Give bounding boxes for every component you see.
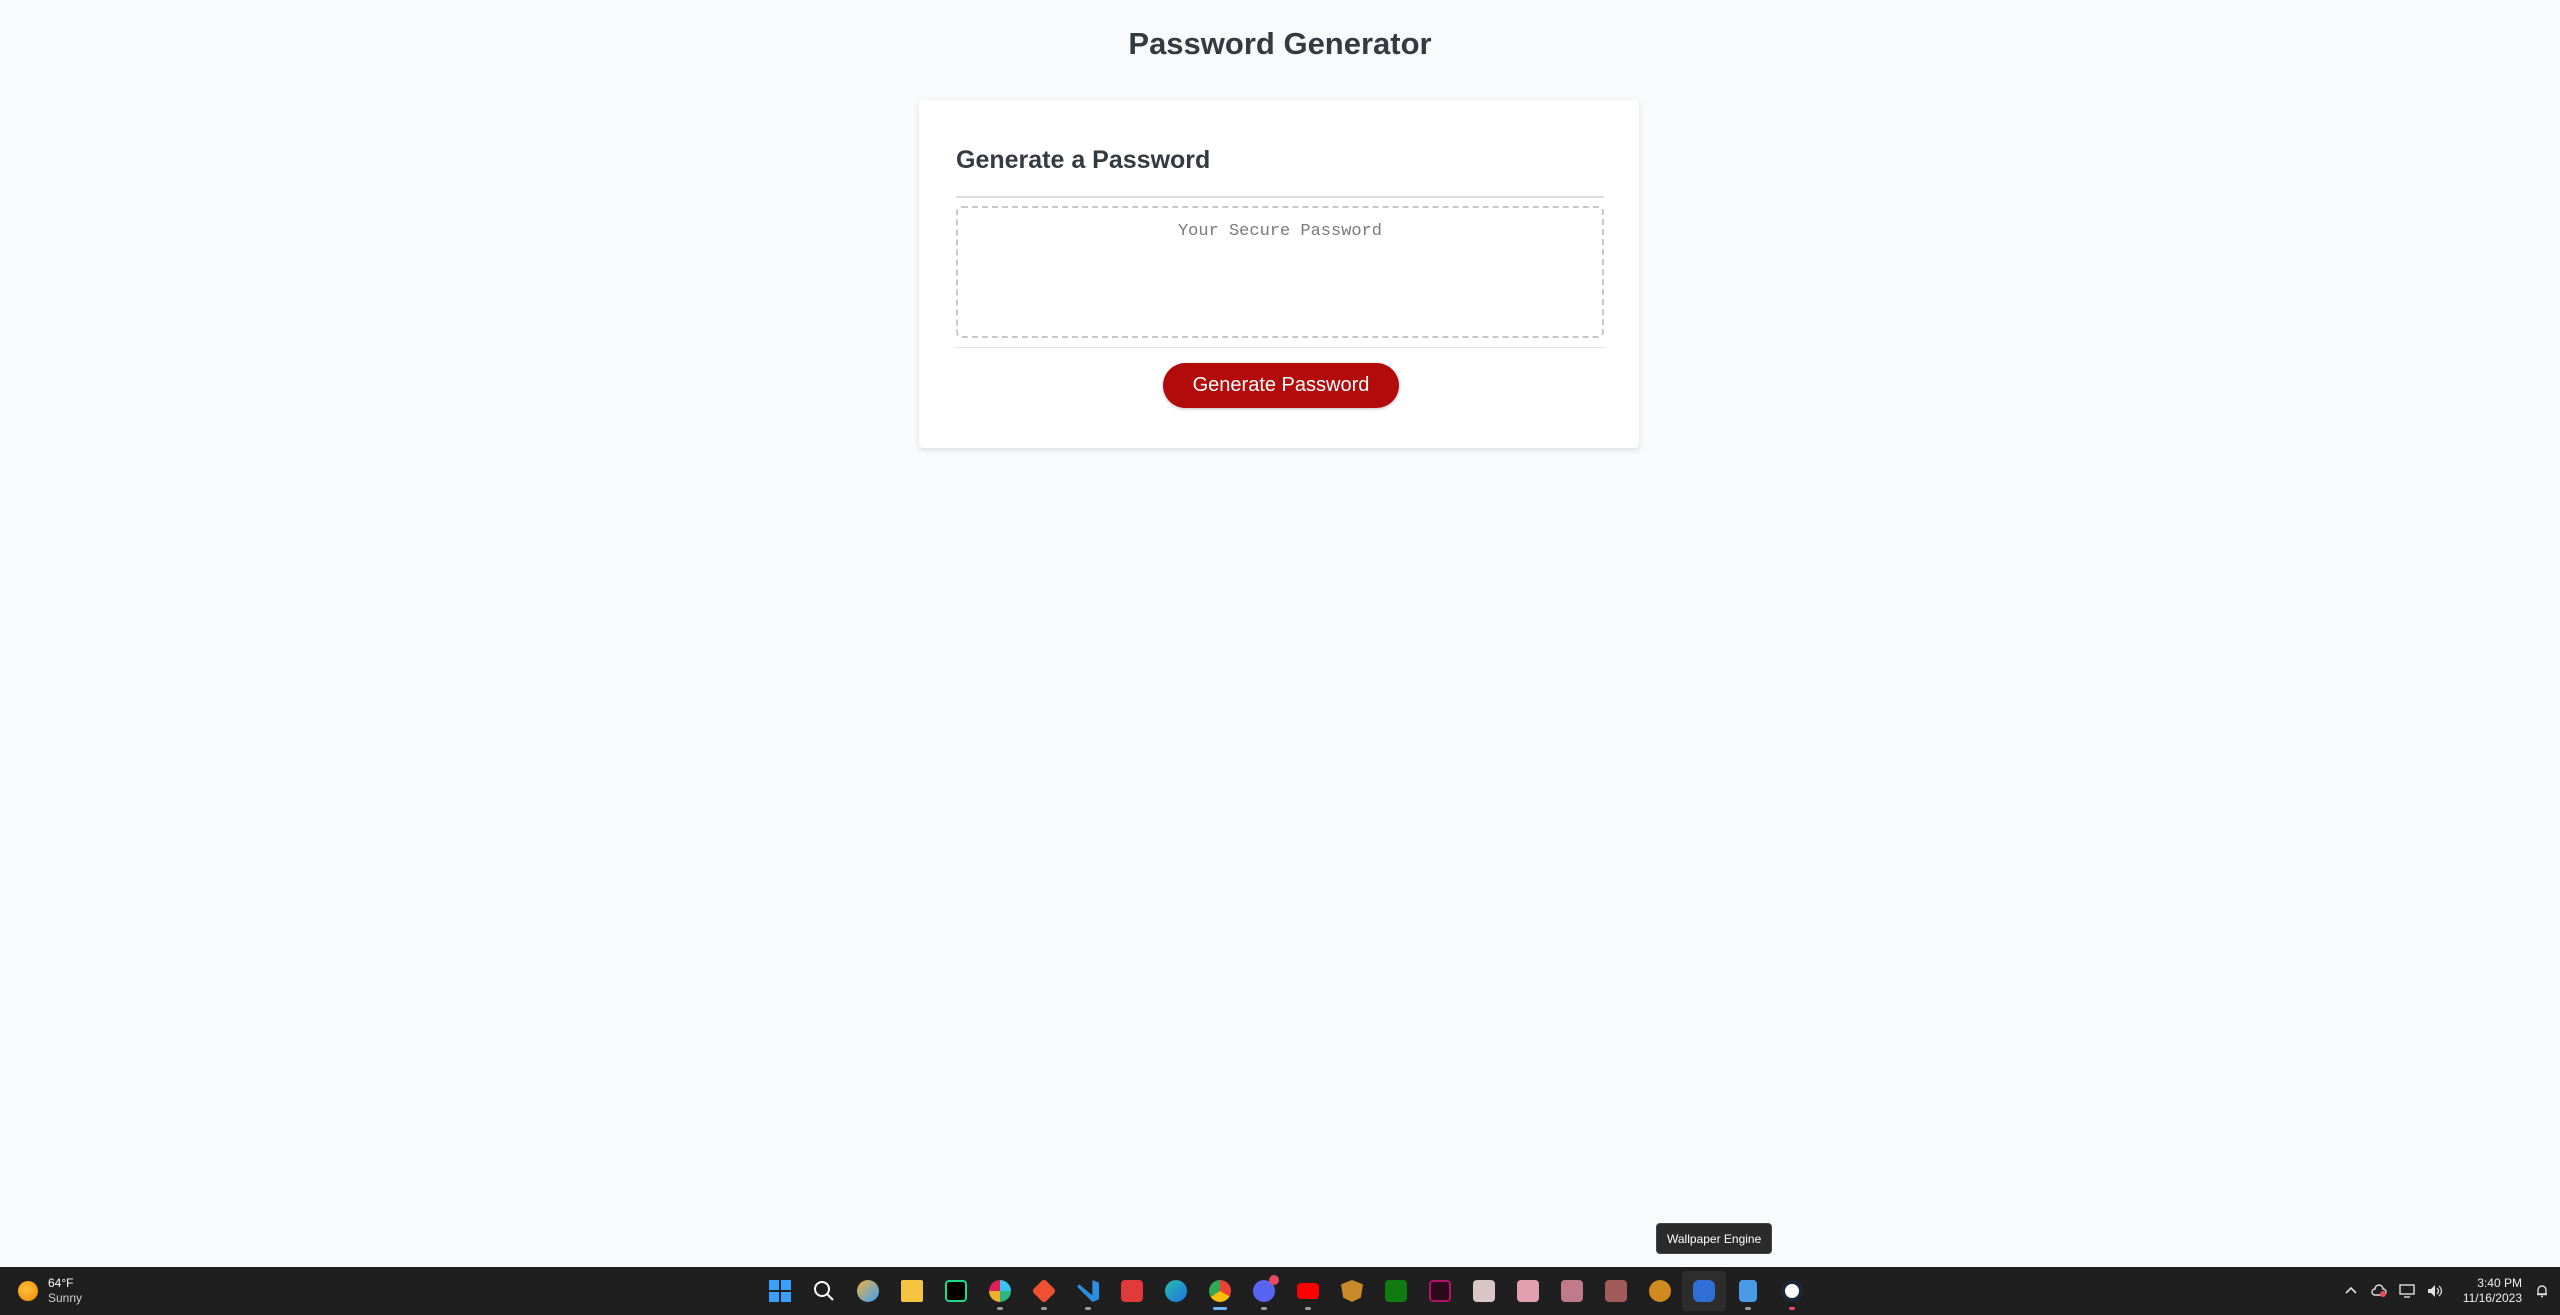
generate-password-button[interactable]: Generate Password <box>1163 363 1399 408</box>
taskbar-app-chrome[interactable] <box>1198 1271 1242 1311</box>
taskbar-tooltip: Wallpaper Engine <box>1656 1223 1773 1254</box>
anime-app-icon-2 <box>1517 1280 1539 1302</box>
anime-app-icon-1 <box>1473 1280 1495 1302</box>
taskbar-app-xbox[interactable] <box>1374 1271 1418 1311</box>
flash-app-icon <box>1121 1280 1143 1302</box>
taskbar-app-game-launcher[interactable] <box>1330 1271 1374 1311</box>
card-divider-bottom <box>956 347 1604 348</box>
pycharm-icon <box>945 1280 967 1302</box>
taskbar-app-anime-1[interactable] <box>1462 1271 1506 1311</box>
game-app-icon <box>1649 1280 1671 1302</box>
xbox-icon <box>1385 1280 1407 1302</box>
card-divider-top <box>956 196 1604 198</box>
volume-icon[interactable] <box>2427 1283 2443 1299</box>
taskbar-app-flash[interactable] <box>1110 1271 1154 1311</box>
clock-time: 3:40 PM <box>2477 1276 2522 1290</box>
taskbar-app-vscode[interactable] <box>1066 1271 1110 1311</box>
taskbar-app-file-explorer[interactable] <box>890 1271 934 1311</box>
taskbar-app-anime-2[interactable] <box>1506 1271 1550 1311</box>
search-icon <box>814 1281 834 1301</box>
taskbar-app-discord[interactable] <box>1242 1271 1286 1311</box>
taskbar-app-pycharm[interactable] <box>934 1271 978 1311</box>
notification-badge <box>1269 1275 1279 1285</box>
taskbar-app-steam[interactable] <box>1770 1271 1814 1311</box>
start-icon <box>769 1280 791 1302</box>
cloud-sync-icon[interactable] <box>2371 1283 2387 1299</box>
weather-widget[interactable]: 64°F Sunny <box>18 1275 82 1307</box>
password-card: Generate a Password Generate Password <box>919 100 1639 448</box>
notification-bell-icon[interactable] <box>2534 1283 2550 1299</box>
taskbar-app-vegas[interactable] <box>1418 1271 1462 1311</box>
card-header: Generate a Password <box>956 146 1211 174</box>
start-button[interactable] <box>758 1271 802 1311</box>
git-icon <box>1031 1278 1057 1304</box>
clock-date: 11/16/2023 <box>2462 1291 2522 1305</box>
taskbar-app-git[interactable] <box>1022 1271 1066 1311</box>
taskbar-apps <box>758 1271 1814 1311</box>
chrome-icon <box>1209 1280 1231 1302</box>
edge-icon <box>1165 1280 1187 1302</box>
slack-icon <box>989 1280 1011 1302</box>
taskbar-app-copilot[interactable] <box>846 1271 890 1311</box>
anime-app-icon-4 <box>1605 1280 1627 1302</box>
search-button[interactable] <box>802 1271 846 1311</box>
taskbar-app-game[interactable] <box>1638 1271 1682 1311</box>
taskbar-app-notepad[interactable] <box>1726 1271 1770 1311</box>
game-launcher-icon <box>1341 1280 1363 1302</box>
taskbar-clock[interactable]: 3:40 PM 11/16/2023 <box>2463 1276 2522 1306</box>
copilot-icon <box>857 1280 879 1302</box>
password-output[interactable] <box>956 206 1604 338</box>
youtube-icon <box>1297 1283 1319 1299</box>
page-title: Password Generator <box>1128 26 1432 61</box>
anime-app-icon-3 <box>1561 1280 1583 1302</box>
vegas-icon <box>1429 1280 1451 1302</box>
sun-icon <box>18 1281 38 1301</box>
taskbar-app-anime-4[interactable] <box>1594 1271 1638 1311</box>
taskbar: 64°F Sunny 3:40 PM 11/16/2023 <box>0 1267 2560 1315</box>
taskbar-app-slack[interactable] <box>978 1271 1022 1311</box>
chevron-up-icon[interactable] <box>2343 1283 2359 1299</box>
steam-icon <box>1781 1280 1803 1302</box>
wallpaper-engine-icon <box>1693 1280 1715 1302</box>
taskbar-app-wallpaper-engine[interactable] <box>1682 1271 1726 1311</box>
notepad-icon <box>1739 1280 1757 1302</box>
file-explorer-icon <box>901 1280 923 1302</box>
taskbar-app-edge[interactable] <box>1154 1271 1198 1311</box>
taskbar-app-anime-3[interactable] <box>1550 1271 1594 1311</box>
weather-condition: Sunny <box>48 1291 83 1305</box>
vscode-icon <box>1077 1280 1099 1302</box>
weather-temp: 64°F <box>48 1276 74 1290</box>
system-tray: 3:40 PM 11/16/2023 <box>2343 1271 2550 1311</box>
taskbar-app-youtube[interactable] <box>1286 1271 1330 1311</box>
network-icon[interactable] <box>2399 1283 2415 1299</box>
